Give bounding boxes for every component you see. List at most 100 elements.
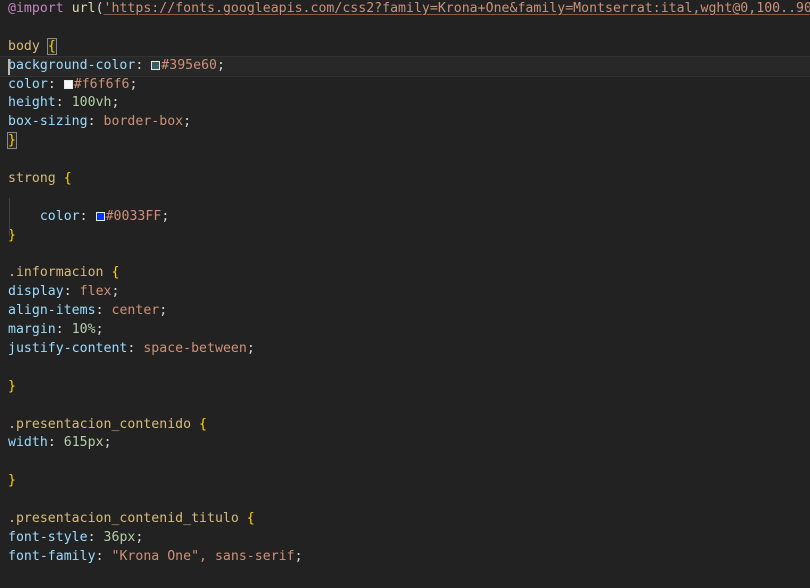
code-line-blank-4[interactable] [0, 246, 810, 265]
code-line-informacion-close[interactable]: } [0, 378, 810, 397]
value-width: 615px [63, 435, 104, 451]
open-brace-body: { [46, 37, 57, 55]
value-color: #f6f6f6 [73, 76, 130, 92]
color-swatch-strong[interactable] [95, 211, 105, 221]
code-line-height[interactable]: height: 100vh; [0, 94, 810, 113]
property-box-sizing: box-sizing [8, 114, 88, 130]
semicolon: ; [246, 341, 255, 357]
close-brace-contenido: } [8, 473, 16, 489]
open-brace-contenido: { [199, 416, 208, 432]
value-height: 100vh [71, 95, 112, 111]
property-strong-color: color [39, 208, 80, 224]
code-line-blank-7[interactable] [0, 453, 810, 472]
code-line-blank-1[interactable] [0, 19, 810, 38]
semicolon: ; [95, 322, 104, 338]
property-background-color: background-color [8, 57, 136, 73]
at-rule-keyword: @import [8, 1, 64, 16]
code-area[interactable]: @import url('https://fonts.googleapis.co… [0, 0, 810, 567]
colon: : [55, 322, 64, 338]
property-align-items: align-items [8, 303, 96, 319]
code-line-justify-content[interactable]: justify-content: space-between; [0, 340, 810, 359]
color-swatch-background[interactable] [151, 60, 161, 70]
selector-presentacion-contenido: .presentacion_contenido [8, 416, 192, 432]
semicolon: ; [161, 208, 170, 224]
property-color: color [8, 76, 48, 92]
selector-informacion: .informacion [8, 265, 104, 281]
colon: : [95, 303, 104, 319]
value-align-items: center [111, 303, 160, 319]
code-line-align-items[interactable]: align-items: center; [0, 302, 810, 321]
code-line-informacion-selector[interactable]: .informacion { [0, 264, 810, 283]
selector-body: body [8, 38, 40, 54]
code-line-contenido-selector[interactable]: .presentacion_contenido { [0, 416, 810, 435]
code-line-import[interactable]: @import url('https://fonts.googleapis.co… [0, 0, 810, 19]
property-margin: margin [8, 322, 56, 338]
semicolon: ; [111, 95, 120, 111]
code-line-blank-3[interactable] [0, 189, 810, 208]
code-line-titulo-selector[interactable]: .presentacion_contenid_titulo { [0, 510, 810, 529]
property-height: height [8, 95, 56, 111]
code-line-width[interactable]: width: 615px; [0, 434, 810, 453]
code-line-display[interactable]: display: flex; [0, 283, 810, 302]
code-line-body-color[interactable]: color: #f6f6f6; [0, 76, 810, 95]
colon: : [95, 548, 104, 564]
open-brace-titulo: { [246, 511, 255, 527]
code-line-font-style[interactable]: font-style: 36px; [0, 529, 810, 548]
code-line-blank-5[interactable] [0, 359, 810, 378]
property-width: width [8, 435, 48, 451]
semicolon: ; [129, 76, 138, 92]
indent-guide-strong [9, 198, 10, 236]
url-function-name: url [71, 1, 96, 16]
open-brace-informacion: { [111, 265, 120, 281]
code-line-body-selector[interactable]: body { [0, 37, 810, 57]
code-line-blank-6[interactable] [0, 397, 810, 416]
code-line-box-sizing[interactable]: box-sizing: border-box; [0, 113, 810, 132]
open-brace-strong: { [63, 171, 72, 187]
colon: : [87, 114, 96, 130]
property-font-family: font-family [8, 548, 96, 564]
import-url-string[interactable]: 'https://fonts.googleapis.com/css2?famil… [104, 1, 810, 16]
code-editor[interactable]: @import url('https://fonts.googleapis.co… [0, 0, 810, 588]
value-font-family: "Krona One", sans-serif [111, 548, 295, 564]
semicolon: ; [183, 114, 192, 130]
code-line-body-close[interactable]: } [0, 132, 810, 151]
value-strong-color: #0033FF [105, 208, 162, 224]
close-brace-body: } [7, 132, 17, 150]
property-display: display [8, 284, 64, 300]
semicolon: ; [217, 57, 225, 73]
code-line-contenido-close[interactable]: } [0, 472, 810, 491]
text-caret [8, 58, 10, 75]
code-line-blank-2[interactable] [0, 151, 810, 170]
semicolon: ; [111, 284, 120, 300]
code-line-strong-selector[interactable]: strong { [0, 170, 810, 189]
code-line-margin[interactable]: margin: 10%; [0, 321, 810, 340]
value-display: flex [79, 284, 112, 300]
code-line-strong-color[interactable]: color: #0033FF; [0, 208, 810, 227]
colon: : [63, 284, 72, 300]
property-justify-content: justify-content [8, 341, 128, 357]
property-font-style: font-style [8, 529, 88, 545]
code-line-blank-8[interactable] [0, 491, 810, 510]
value-justify-content: space-between [143, 341, 247, 357]
code-line-background-color[interactable]: background-color: #395e60; [0, 55, 810, 77]
value-font-style: 36px [103, 529, 136, 545]
colon: : [79, 208, 88, 224]
code-line-strong-close[interactable]: } [0, 227, 810, 246]
code-line-font-family[interactable]: font-family: "Krona One", sans-serif; [0, 548, 810, 567]
color-swatch-text[interactable] [63, 79, 73, 89]
value-background-color: #395e60 [161, 57, 218, 73]
